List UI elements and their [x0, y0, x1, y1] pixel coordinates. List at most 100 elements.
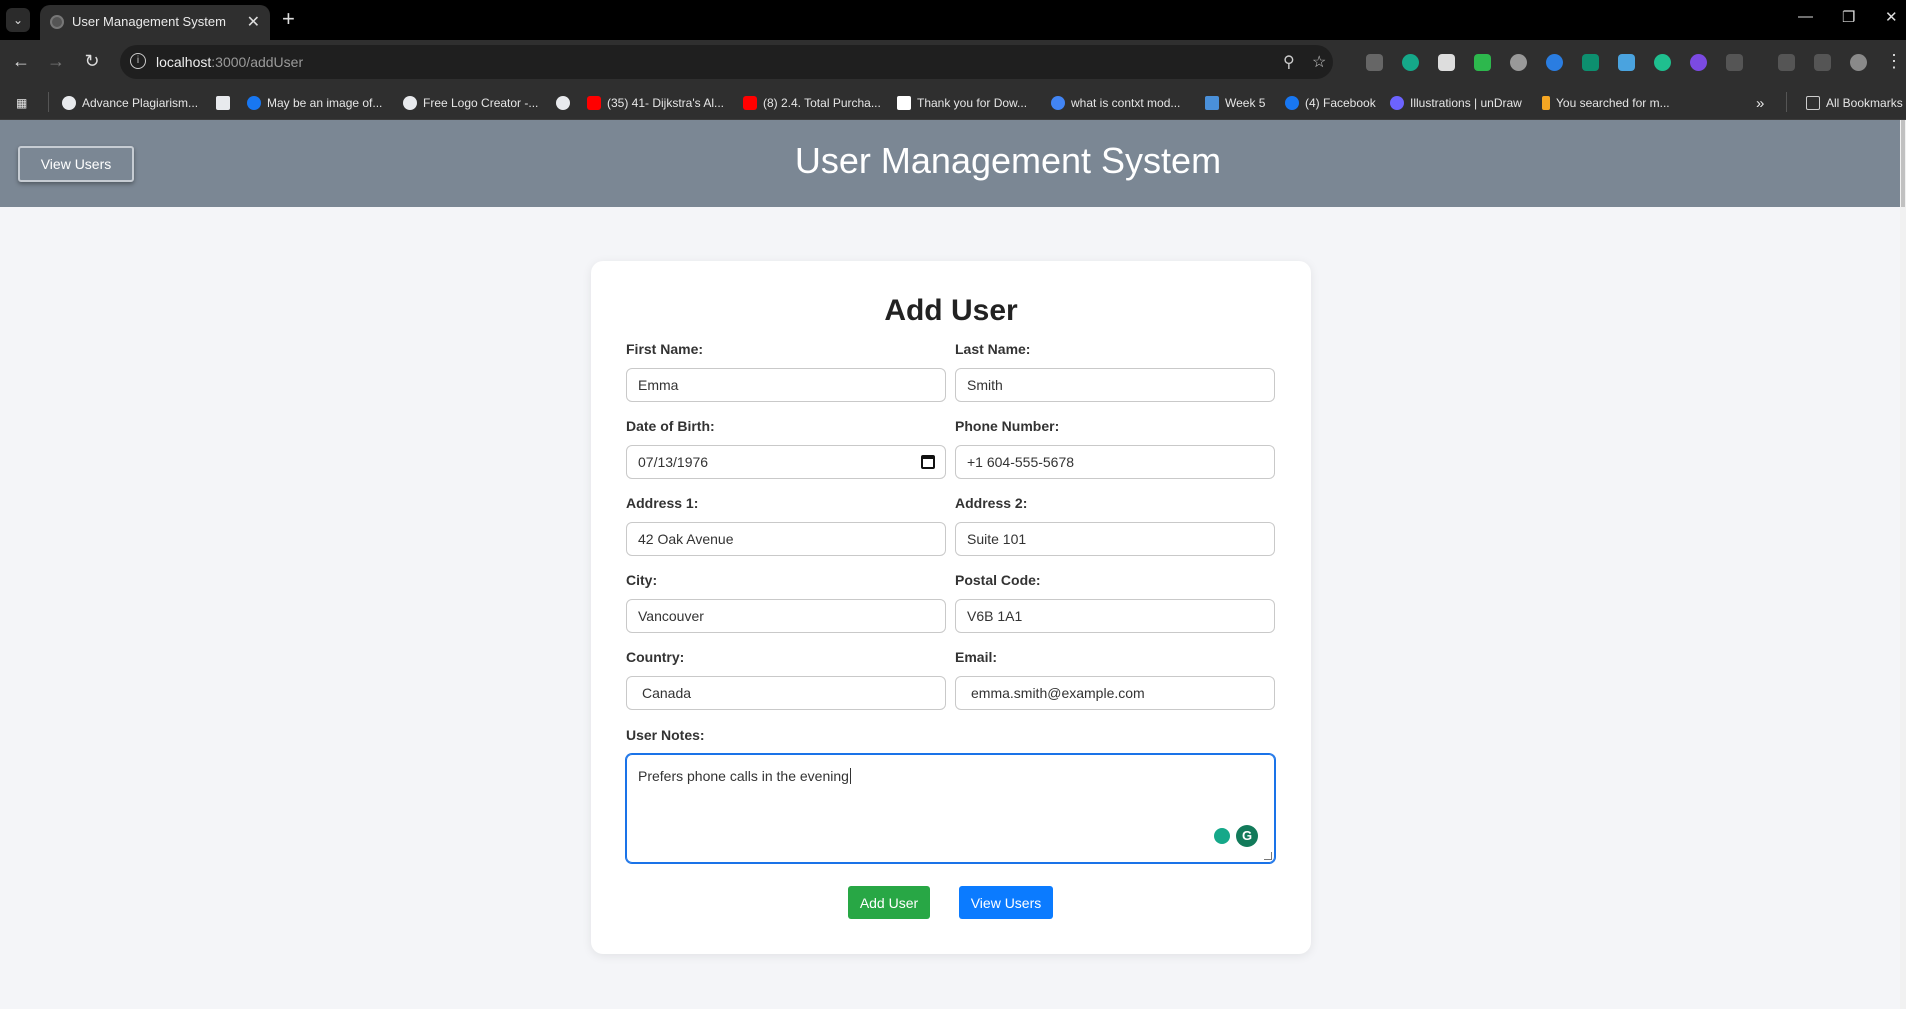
first-name-field[interactable]: Emma — [626, 368, 946, 402]
bookmark-item[interactable]: May be an image of... — [247, 94, 382, 112]
bookmark-label: Advance Plagiarism... — [82, 96, 199, 110]
city-field[interactable]: Vancouver — [626, 599, 946, 633]
all-bookmarks[interactable]: All Bookmarks — [1806, 94, 1903, 112]
close-window-icon[interactable]: ✕ — [1885, 8, 1898, 26]
bookmark-item[interactable]: what is contxt mod... — [1051, 94, 1180, 112]
zoom-icon[interactable]: ⚲ — [1283, 52, 1295, 72]
globe-icon — [62, 96, 76, 110]
bookmark-item[interactable] — [556, 94, 576, 112]
bookmark-divider — [1786, 92, 1787, 112]
url-path: :3000/addUser — [211, 54, 304, 70]
address1-group: Address 1: 42 Oak Avenue — [626, 495, 946, 556]
bookmark-label: Thank you for Dow... — [917, 96, 1028, 110]
bookmark-item[interactable]: Advance Plagiarism... — [62, 94, 198, 112]
bookmark-item[interactable]: Illustrations | unDraw — [1390, 94, 1522, 112]
last-name-label: Last Name: — [955, 341, 1031, 357]
puzzle-icon[interactable] — [1726, 54, 1743, 71]
n-extension-icon[interactable] — [1582, 54, 1599, 71]
back-icon[interactable]: ← — [9, 51, 33, 72]
url-text: localhost:3000/addUser — [156, 54, 303, 70]
forward-icon[interactable]: → — [44, 51, 68, 72]
city-group: City: Vancouver — [626, 572, 946, 633]
site-info-icon[interactable]: i — [130, 53, 146, 69]
grammarly-icon[interactable]: G — [1236, 825, 1258, 847]
apps-icon[interactable]: ▦ — [16, 94, 27, 112]
download-site-icon — [1542, 96, 1550, 110]
more-bookmarks-icon[interactable]: » — [1756, 94, 1764, 112]
globe-icon — [403, 96, 417, 110]
menu-icon[interactable]: ⋮ — [1882, 51, 1906, 72]
extension-help-icon[interactable] — [1366, 54, 1383, 71]
calendar-icon[interactable] — [921, 455, 935, 469]
address1-field[interactable]: 42 Oak Avenue — [626, 522, 946, 556]
scrollbar-thumb[interactable] — [1901, 120, 1905, 207]
bookmark-item[interactable]: Week 5 — [1205, 94, 1265, 112]
address-bar[interactable]: i localhost:3000/addUser ⚲ ☆ — [120, 45, 1333, 79]
reload-icon[interactable]: ↻ — [80, 51, 104, 72]
bookmark-item[interactable]: You searched for m... — [1542, 94, 1670, 112]
resize-handle[interactable] — [1264, 852, 1272, 860]
shield-extension-icon[interactable] — [1474, 54, 1491, 71]
media-icon[interactable] — [1778, 54, 1795, 71]
bookmark-label: Illustrations | unDraw — [1410, 96, 1522, 110]
bookmark-item[interactable]: Thank you for Dow... — [897, 94, 1027, 112]
bookmark-label: May be an image of... — [267, 96, 383, 110]
notes-label: User Notes: — [626, 727, 705, 743]
bookmark-item[interactable]: (8) 2.4. Total Purcha... — [743, 94, 881, 112]
form-title: Add User — [884, 294, 1018, 327]
facebook-icon — [1285, 96, 1299, 110]
folder-icon — [1806, 96, 1820, 110]
email-field[interactable]: emma.smith@example.com — [955, 676, 1275, 710]
bookmark-star-icon[interactable]: ☆ — [1312, 52, 1326, 72]
bookmark-label: what is contxt mod... — [1071, 96, 1181, 110]
postal-label: Postal Code: — [955, 572, 1041, 588]
all-bookmarks-label: All Bookmarks — [1826, 96, 1903, 110]
scrollbar[interactable] — [1900, 120, 1906, 1009]
avatar[interactable] — [1850, 54, 1867, 71]
email-label: Email: — [955, 649, 998, 665]
dob-label: Date of Birth: — [626, 418, 715, 434]
close-tab-icon[interactable]: ✕ — [247, 12, 260, 32]
restore-icon[interactable]: ❐ — [1842, 8, 1855, 26]
notes-textarea[interactable]: Prefers phone calls in the evening G — [626, 754, 1275, 863]
bookmark-item[interactable]: (35) 41- Dijkstra's Al... — [587, 94, 724, 112]
bookmark-item[interactable]: (4) Facebook — [1285, 94, 1376, 112]
bookmark-item[interactable] — [216, 94, 236, 112]
dob-field[interactable]: 07/13/1976 — [626, 445, 946, 479]
browser-toolbar: ← → ↻ i localhost:3000/addUser ⚲ ☆ ⋮ — [0, 40, 1906, 85]
lightbulb-icon[interactable] — [1214, 828, 1230, 844]
address2-group: Address 2: Suite 101 — [955, 495, 1275, 556]
url-host: localhost — [156, 54, 212, 70]
postal-group: Postal Code: V6B 1A1 — [955, 572, 1275, 633]
browser-tab-bar: ⌄ User Management System ✕ + — ❐ ✕ — [0, 0, 1906, 40]
postal-code-field[interactable]: V6B 1A1 — [955, 599, 1275, 633]
google-icon — [1051, 96, 1065, 110]
country-field[interactable]: Canada — [626, 676, 946, 710]
phone-field[interactable]: +1 604-555-5678 — [955, 445, 1275, 479]
blue-extension-icon[interactable] — [1546, 54, 1563, 71]
minimize-icon[interactable]: — — [1798, 8, 1813, 25]
circle-extension-icon[interactable] — [1510, 54, 1527, 71]
classroom-icon — [1205, 96, 1219, 110]
arrow-extension-icon[interactable] — [1690, 54, 1707, 71]
add-user-button[interactable]: Add User — [848, 886, 930, 919]
refresh-extension-icon[interactable] — [1654, 54, 1671, 71]
view-users-button[interactable]: View Users — [959, 886, 1053, 919]
text-caret — [849, 768, 851, 784]
bookmark-divider — [48, 92, 49, 112]
page-title: User Management System — [794, 140, 1222, 181]
bookmark-item[interactable]: Free Logo Creator -... — [403, 94, 538, 112]
new-tab-icon[interactable]: + — [282, 6, 295, 32]
grammarly-extension-icon[interactable] — [1402, 54, 1419, 71]
bookmark-label: (4) Facebook — [1305, 96, 1376, 110]
tab-search-icon[interactable]: ⌄ — [6, 8, 30, 32]
x-extension-icon[interactable] — [1438, 54, 1455, 71]
browser-tab[interactable]: User Management System ✕ — [40, 5, 270, 40]
youtube-icon — [743, 96, 757, 110]
facebook-icon — [247, 96, 261, 110]
download-icon[interactable] — [1814, 54, 1831, 71]
phone-group: Phone Number: +1 604-555-5678 — [955, 418, 1275, 479]
address2-field[interactable]: Suite 101 — [955, 522, 1275, 556]
scissors-extension-icon[interactable] — [1618, 54, 1635, 71]
last-name-field[interactable]: Smith — [955, 368, 1275, 402]
